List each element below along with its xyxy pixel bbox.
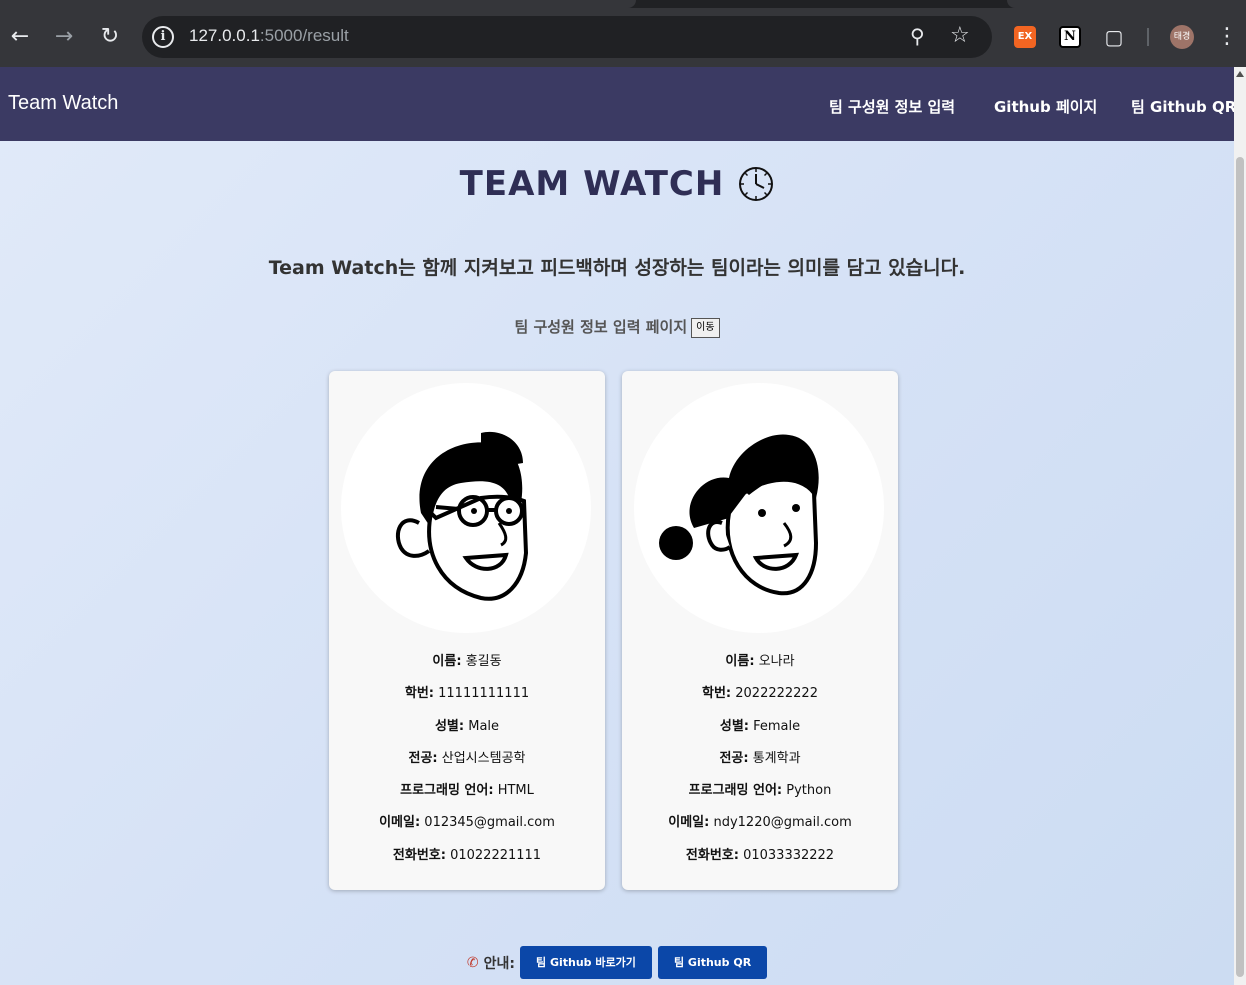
info-value: 01022221111 — [450, 847, 542, 863]
info-value: 01033332222 — [743, 847, 835, 863]
info-key: 이메일: — [668, 815, 710, 831]
member-info-student-id: 학번: 11111111111 — [329, 678, 605, 710]
github-link-button[interactable]: 팀 Github 바로가기 — [520, 946, 652, 979]
member-info-name: 이름: 오나라 — [622, 646, 898, 678]
footer-row: ✆ 안내: 팀 Github 바로가기 팀 Github QR — [0, 946, 1234, 979]
info-key: 이메일: — [379, 815, 421, 831]
forward-icon[interactable]: → — [49, 22, 79, 52]
avatar — [341, 383, 591, 633]
tab-strip — [0, 0, 1246, 8]
info-key: 프로그래밍 언어: — [688, 783, 783, 799]
info-value: ndy1220@gmail.com — [713, 815, 852, 831]
page-title: TEAM WATCH — [459, 164, 725, 204]
info-value: HTML — [497, 783, 534, 799]
member-info-student-id: 학번: 2022222222 — [622, 678, 898, 710]
male-avatar-illustration — [395, 431, 529, 601]
github-qr-button[interactable]: 팀 Github QR — [657, 946, 768, 979]
toolbar-divider — [1147, 28, 1149, 46]
info-key: 이름: — [432, 654, 462, 669]
notion-extension-icon[interactable]: N — [1059, 26, 1081, 48]
info-value: 2022222222 — [735, 686, 818, 702]
phone-icon: ✆ — [466, 954, 479, 971]
info-value: 홍길동 — [465, 654, 502, 669]
info-key: 프로그래밍 언어: — [400, 783, 494, 799]
info-key: 전공: — [408, 750, 438, 766]
nav-link-member-input[interactable]: 팀 구성원 정보 입력 — [829, 96, 955, 117]
browser-menu-icon[interactable]: ⋮ — [1216, 22, 1238, 52]
member-info-email: 이메일: 012345@gmail.com — [329, 807, 605, 839]
site-info-icon[interactable]: i — [152, 26, 174, 48]
info-key: 성별: — [719, 718, 749, 734]
browser-chrome: ← → ↻ i 127.0.0.1:5000/result ⚲ ☆ EX N ▢… — [0, 0, 1246, 67]
nav-link-github-qr[interactable]: 팀 Github QR — [1131, 96, 1234, 117]
member-info-gender: 성별: Female — [622, 711, 898, 743]
scrollbar-thumb[interactable] — [1236, 157, 1244, 977]
active-tab[interactable] — [0, 0, 636, 8]
info-key: 전화번호: — [392, 847, 446, 863]
bookmark-star-icon[interactable]: ☆ — [950, 23, 970, 48]
navbar-brand[interactable]: Team Watch — [8, 92, 118, 115]
member-card: 이름: 오나라 학번: 2022222222 성별: Female 전공: 통계… — [622, 371, 898, 890]
member-card: 이름: 홍길동 학번: 11111111111 성별: Male 전공: 산업시… — [329, 371, 605, 890]
member-info-language: 프로그래밍 언어: Python — [622, 775, 898, 807]
url-text[interactable]: 127.0.0.1:5000/result — [189, 26, 349, 46]
footer-label: 안내: — [483, 955, 516, 972]
member-info-major: 전공: 통계학과 — [622, 743, 898, 775]
female-avatar-illustration — [659, 434, 819, 596]
member-info-list: 이름: 오나라 학번: 2022222222 성별: Female 전공: 통계… — [622, 646, 898, 872]
info-value: 오나라 — [758, 654, 795, 669]
nav-link-github-page[interactable]: Github 페이지 — [994, 96, 1097, 117]
url-path: :5000/result — [259, 26, 349, 45]
info-key: 학번: — [702, 686, 732, 702]
member-info-language: 프로그래밍 언어: HTML — [329, 775, 605, 807]
goto-button[interactable]: 이동 — [691, 317, 720, 338]
info-key: 전화번호: — [685, 847, 739, 863]
info-key: 성별: — [434, 718, 465, 734]
member-info-phone: 전화번호: 01022221111 — [329, 840, 605, 872]
profile-avatar[interactable]: 태경 — [1170, 25, 1194, 49]
title-row: TEAM WATCH — [0, 164, 1234, 204]
info-value: 11111111111 — [438, 686, 530, 702]
info-value: Male — [468, 718, 500, 734]
member-info-phone: 전화번호: 01033332222 — [622, 840, 898, 872]
extensions-puzzle-icon[interactable]: ▢ — [1103, 26, 1125, 48]
reload-icon[interactable]: ↻ — [95, 22, 125, 52]
clock-icon — [739, 167, 774, 201]
info-key: 전공: — [719, 750, 749, 766]
member-info-gender: 성별: Male — [329, 711, 605, 743]
address-bar[interactable]: i 127.0.0.1:5000/result ⚲ ☆ — [142, 16, 992, 58]
info-value: 012345@gmail.com — [424, 815, 555, 831]
info-value: Female — [753, 718, 801, 734]
page-viewport: Team Watch 팀 구성원 정보 입력 Github 페이지 팀 Gith… — [0, 67, 1234, 985]
goto-row: 팀 구성원 정보 입력 페이지 이동 — [0, 316, 1234, 338]
info-value: 통계학과 — [752, 750, 801, 766]
info-key: 이름: — [725, 654, 755, 669]
member-info-name: 이름: 홍길동 — [329, 646, 605, 678]
page-scrollbar[interactable] — [1234, 67, 1246, 985]
info-value: Python — [786, 783, 832, 799]
info-value: 산업시스템공학 — [441, 750, 526, 766]
navbar: Team Watch 팀 구성원 정보 입력 Github 페이지 팀 Gith… — [0, 67, 1234, 141]
scroll-up-icon[interactable] — [1236, 71, 1244, 77]
goto-label: 팀 구성원 정보 입력 페이지 — [514, 318, 688, 336]
back-icon[interactable]: ← — [5, 22, 35, 52]
inactive-tab[interactable] — [1007, 0, 1246, 8]
page-subtitle: Team Watch는 함께 지켜보고 피드백하며 성장하는 팀이라는 의미를 … — [268, 257, 966, 279]
zoom-icon[interactable]: ⚲ — [910, 24, 925, 48]
extension-ex-icon[interactable]: EX — [1014, 26, 1036, 48]
member-info-list: 이름: 홍길동 학번: 11111111111 성별: Male 전공: 산업시… — [329, 646, 605, 872]
member-info-major: 전공: 산업시스템공학 — [329, 743, 605, 775]
member-info-email: 이메일: ndy1220@gmail.com — [622, 807, 898, 839]
info-key: 학번: — [404, 686, 434, 702]
url-host: 127.0.0.1 — [189, 26, 260, 45]
avatar — [634, 383, 884, 633]
